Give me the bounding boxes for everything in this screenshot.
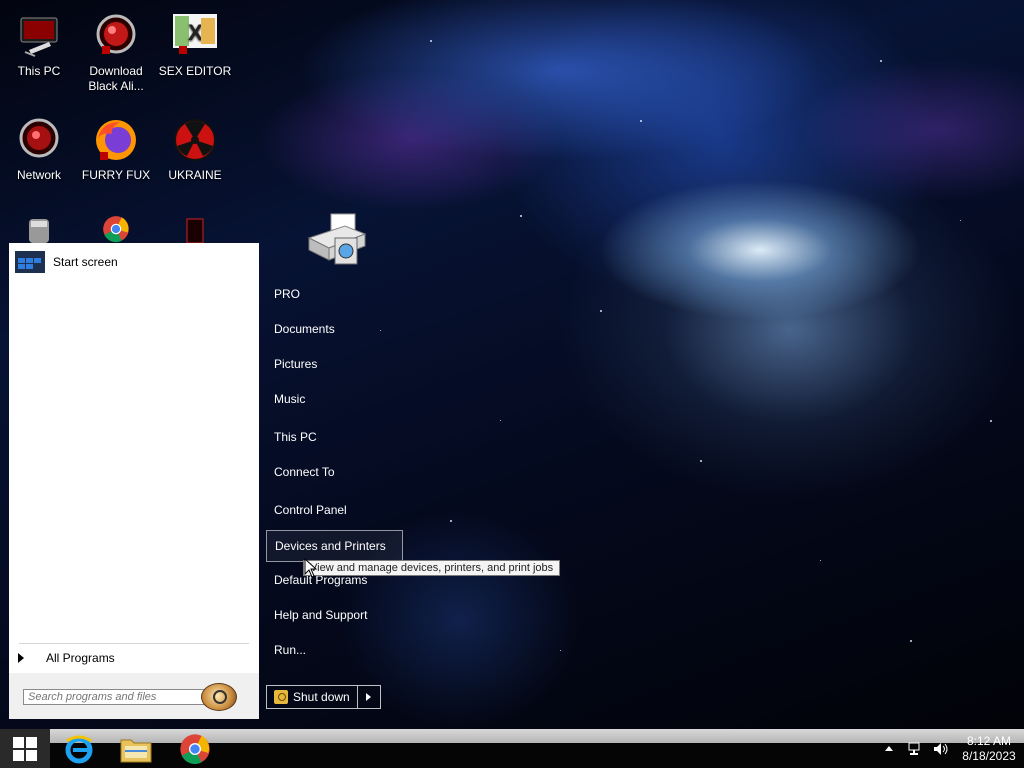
this-pc-icon: [15, 12, 63, 60]
taskbar-internet-explorer[interactable]: [60, 729, 98, 768]
windows-logo-icon: [13, 736, 37, 761]
network-icon: [15, 116, 63, 164]
start-menu-left-pane: Start screen All Programs: [9, 243, 259, 719]
desktop-icon-label: UKRAINE: [168, 168, 222, 182]
start-screen-icon: [15, 251, 45, 273]
start-right-item-this-pc[interactable]: This PC: [266, 422, 325, 452]
firefox-icon: [92, 116, 140, 164]
mouse-cursor-icon: [304, 558, 318, 578]
start-right-item-control-panel[interactable]: Control Panel: [266, 495, 355, 525]
start-right-item-documents[interactable]: Documents: [266, 314, 343, 344]
desktop-icon-hex-editor[interactable]: X SEX EDITOR: [157, 12, 233, 79]
desktop-icon-label: Download Black Ali...: [88, 64, 144, 93]
desktop-icon-firefox[interactable]: FURRY FUX: [78, 116, 154, 183]
taskbar-file-explorer[interactable]: [117, 729, 155, 768]
start-item-start-screen[interactable]: Start screen: [15, 251, 118, 273]
start-right-item-music[interactable]: Music: [266, 384, 313, 414]
volume-icon[interactable]: [932, 740, 950, 758]
printer-icon: [305, 212, 369, 268]
chevron-right-icon: [366, 693, 372, 701]
divider: [19, 643, 249, 644]
clock[interactable]: 8:12 AM 8/18/2023: [954, 734, 1024, 764]
desktop-icon-label: This PC: [17, 64, 61, 78]
hex-editor-icon: X: [171, 12, 219, 60]
desktop-icon-label: FURRY FUX: [81, 168, 151, 182]
search-icon[interactable]: [201, 683, 237, 711]
start-right-item-help-and-support[interactable]: Help and Support: [266, 600, 375, 630]
shutdown-button[interactable]: Shut down: [267, 686, 358, 708]
clock-time: 8:12 AM: [966, 733, 1012, 748]
internet-explorer-icon: [65, 735, 93, 763]
shutdown-options-button[interactable]: [358, 686, 380, 708]
start-item-label: Start screen: [53, 255, 118, 269]
start-right-item-pro[interactable]: PRO: [266, 279, 308, 309]
file-explorer-icon: [120, 739, 152, 762]
start-right-item-pictures[interactable]: Pictures: [266, 349, 325, 379]
start-button[interactable]: [0, 729, 50, 768]
all-programs-label: All Programs: [46, 651, 115, 665]
chrome-icon: [180, 733, 210, 764]
triangle-right-icon: [18, 653, 24, 663]
shutdown-label: Shut down: [293, 690, 350, 704]
desktop-icon-label: SEX EDITOR: [158, 64, 232, 78]
all-programs-button[interactable]: All Programs: [18, 651, 115, 665]
svg-text:X: X: [188, 20, 203, 45]
start-right-item-connect-to[interactable]: Connect To: [266, 457, 343, 487]
radiation-icon: [171, 116, 219, 164]
start-right-item-devices-and-printers[interactable]: Devices and Printers: [266, 530, 403, 562]
shutdown-group: Shut down: [266, 685, 381, 709]
desktop-icon-ukraine[interactable]: UKRAINE: [157, 116, 233, 183]
system-tray: 8:12 AM 8/18/2023: [876, 729, 1024, 768]
desktop-icon-network[interactable]: Network: [1, 116, 77, 183]
clock-date: 8/18/2023: [962, 748, 1016, 763]
search-area: [9, 673, 259, 719]
taskbar-chrome[interactable]: [176, 729, 214, 768]
network-status-icon[interactable]: [906, 740, 924, 758]
desktop-icon-download[interactable]: Download Black Ali...: [78, 12, 154, 94]
start-right-item-run[interactable]: Run...: [266, 635, 314, 665]
download-icon: [92, 12, 140, 60]
show-hidden-icons-icon[interactable]: [880, 740, 898, 758]
desktop-icon-label: Network: [16, 168, 61, 182]
search-input[interactable]: [23, 689, 205, 705]
tooltip: View and manage devices, printers, and p…: [303, 560, 561, 576]
shield-icon: [274, 690, 288, 704]
desktop-icon-this-pc[interactable]: This PC: [1, 12, 77, 79]
